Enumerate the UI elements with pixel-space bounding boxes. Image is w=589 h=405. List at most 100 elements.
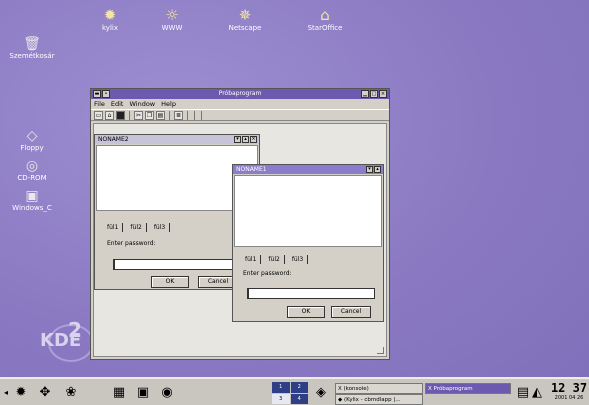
sticky-button[interactable]: •: [102, 90, 110, 98]
desktop-icon-netscape[interactable]: ✵ Netscape: [215, 6, 275, 32]
task-label: Próbaprogram: [433, 386, 473, 392]
maximize-button[interactable]: □: [370, 90, 378, 98]
desktop-icon-trash[interactable]: 🗑 Szemétkosár: [4, 36, 60, 60]
netscape-icon: ✵: [238, 6, 252, 24]
pager-desktop-1[interactable]: 1: [272, 382, 290, 393]
task-label: (Kylix - cbmdlapp |...: [343, 397, 401, 403]
child-content-area: [234, 175, 382, 247]
tab-bar: fül1 fül2 fül3: [241, 255, 309, 264]
task-probaprogram[interactable]: X Próbaprogram: [425, 383, 511, 394]
child-titlebar[interactable]: NONAME1 ▾ ▴: [233, 165, 383, 174]
desktop-icon-label: WWW: [161, 24, 183, 32]
home-icon[interactable]: ❀: [62, 384, 80, 402]
window-list-icon[interactable]: ✥: [36, 384, 54, 402]
copy-icon[interactable]: ❐: [145, 110, 154, 120]
pager-desktop-2[interactable]: 2: [290, 382, 308, 393]
desktop-icon-label: Szemétkosár: [9, 52, 55, 60]
kde-panel: ◂ ✹ ✥ ❀ ▦ ▣ ◉ 1 2 3 4 ◈ X (konsole) ◆ (K…: [0, 377, 589, 405]
toolbar-separator: [201, 110, 202, 120]
floppy-icon: ◇: [26, 128, 38, 144]
resize-grip-icon[interactable]: [377, 347, 384, 354]
desktop-icon-cdrom[interactable]: ◎ CD-ROM: [4, 158, 60, 182]
cut-icon[interactable]: ✂: [134, 110, 143, 120]
terminal-icon[interactable]: ▣: [134, 384, 152, 402]
cdrom-icon: ◎: [25, 158, 39, 174]
desktop-icon-kylix[interactable]: ✹ kylix: [80, 6, 140, 32]
www-globe-icon: ☼: [165, 6, 179, 24]
desktop-icon-label: Netscape: [228, 24, 262, 32]
new-file-icon[interactable]: ▭: [94, 110, 103, 120]
window-titlebar[interactable]: ▬ • Próbaprogram ▁ □ ×: [91, 89, 389, 99]
toolbar: ▭ ⌂ ✂ ❐ ▤ ≣: [91, 109, 389, 121]
desktop-icon-windows-c[interactable]: ▣ Windows_C: [4, 188, 60, 212]
clock-date: 2001 04 26: [554, 395, 584, 401]
task-label: (konsole): [343, 386, 369, 392]
desktop-icon-label: kylix: [102, 24, 118, 32]
clock[interactable]: 12 37 2001 04 26: [549, 381, 589, 405]
kylix-icon: ✹: [103, 6, 117, 24]
desktop-pager: 1 2 3 4: [272, 382, 308, 404]
window-title: Próbaprogram: [218, 90, 262, 97]
panel-hide-arrow-icon[interactable]: ◂: [2, 384, 10, 402]
password-label: Enter password:: [243, 270, 292, 277]
open-folder-icon[interactable]: ⌂: [105, 110, 114, 120]
toolbar-separator: [169, 110, 170, 120]
harddisk-icon: ▣: [25, 188, 39, 204]
tab-ful3[interactable]: fül3: [288, 255, 309, 264]
desktop-icon-label: StarOffice: [307, 24, 343, 32]
desktop-icon-floppy[interactable]: ◇ Floppy: [4, 128, 60, 152]
help-lifebuoy-icon[interactable]: ◉: [158, 384, 176, 402]
klipper-icon[interactable]: ▤: [516, 384, 530, 402]
cancel-button[interactable]: Cancel: [331, 306, 371, 318]
password-input[interactable]: [247, 288, 375, 299]
desktop-icon-label: Windows_C: [12, 204, 52, 212]
toolbar-separator: [129, 110, 130, 120]
trash-icon: 🗑: [23, 36, 41, 52]
ok-button[interactable]: OK: [151, 276, 189, 288]
password-label: Enter password:: [107, 240, 156, 247]
tab-ful3[interactable]: fül3: [150, 223, 171, 232]
paste-icon[interactable]: ▤: [156, 110, 165, 120]
pager-desktop-3[interactable]: 3: [272, 393, 290, 404]
tab-ful1[interactable]: fül1: [103, 223, 124, 232]
windows-cascade-icon[interactable]: ≣: [174, 110, 183, 120]
desktop-icon-www[interactable]: ☼ WWW: [142, 6, 202, 32]
pager-toggle-icon[interactable]: ◈: [312, 384, 330, 402]
child-close-button[interactable]: ×: [250, 136, 257, 143]
clock-time: 12 37: [550, 381, 588, 395]
tab-ful1[interactable]: fül1: [241, 255, 262, 264]
desktop-icon-staroffice[interactable]: ⌂ StarOffice: [295, 6, 355, 32]
save-icon[interactable]: [116, 110, 125, 120]
tab-ful2[interactable]: fül2: [264, 255, 285, 264]
file-manager-icon[interactable]: ▦: [110, 384, 128, 402]
staroffice-icon: ⌂: [320, 6, 330, 24]
toolbar-separator: [187, 110, 188, 120]
desktop-icon-label: CD-ROM: [17, 174, 47, 182]
close-button[interactable]: ×: [379, 90, 387, 98]
kde-logo-number: 2: [68, 318, 82, 342]
child-titlebar[interactable]: NONAME2 ▾ ▴ ×: [95, 135, 259, 144]
child-title: NONAME2: [98, 136, 129, 143]
child-minimize-button[interactable]: ▾: [366, 166, 373, 173]
tab-ful2[interactable]: fül2: [126, 223, 147, 232]
pager-desktop-4[interactable]: 4: [290, 393, 308, 404]
window-menu-button[interactable]: ▬: [93, 90, 101, 98]
toolbar-separator: [194, 110, 195, 120]
menu-edit[interactable]: Edit: [111, 99, 124, 109]
task-konsole[interactable]: X (konsole): [335, 383, 423, 394]
menu-window[interactable]: Window: [129, 99, 155, 109]
tab-bar: fül1 fül2 fül3: [103, 223, 171, 232]
ok-button[interactable]: OK: [287, 306, 325, 318]
desktop-icon-label: Floppy: [20, 144, 44, 152]
menu-help[interactable]: Help: [161, 99, 176, 109]
child-maximize-button[interactable]: ▴: [242, 136, 249, 143]
child-window-noname1[interactable]: NONAME1 ▾ ▴ fül1 fül2 fül3 Enter passwor…: [232, 164, 384, 322]
child-maximize-button[interactable]: ▴: [374, 166, 381, 173]
child-title: NONAME1: [236, 166, 267, 173]
minimize-button[interactable]: ▁: [361, 90, 369, 98]
menu-file[interactable]: File: [94, 99, 105, 109]
kde-menu-icon[interactable]: ✹: [12, 384, 30, 402]
task-kylix[interactable]: ◆ (Kylix - cbmdlapp |...: [335, 394, 423, 405]
mixer-icon[interactable]: ◭: [530, 384, 544, 402]
child-minimize-button[interactable]: ▾: [234, 136, 241, 143]
